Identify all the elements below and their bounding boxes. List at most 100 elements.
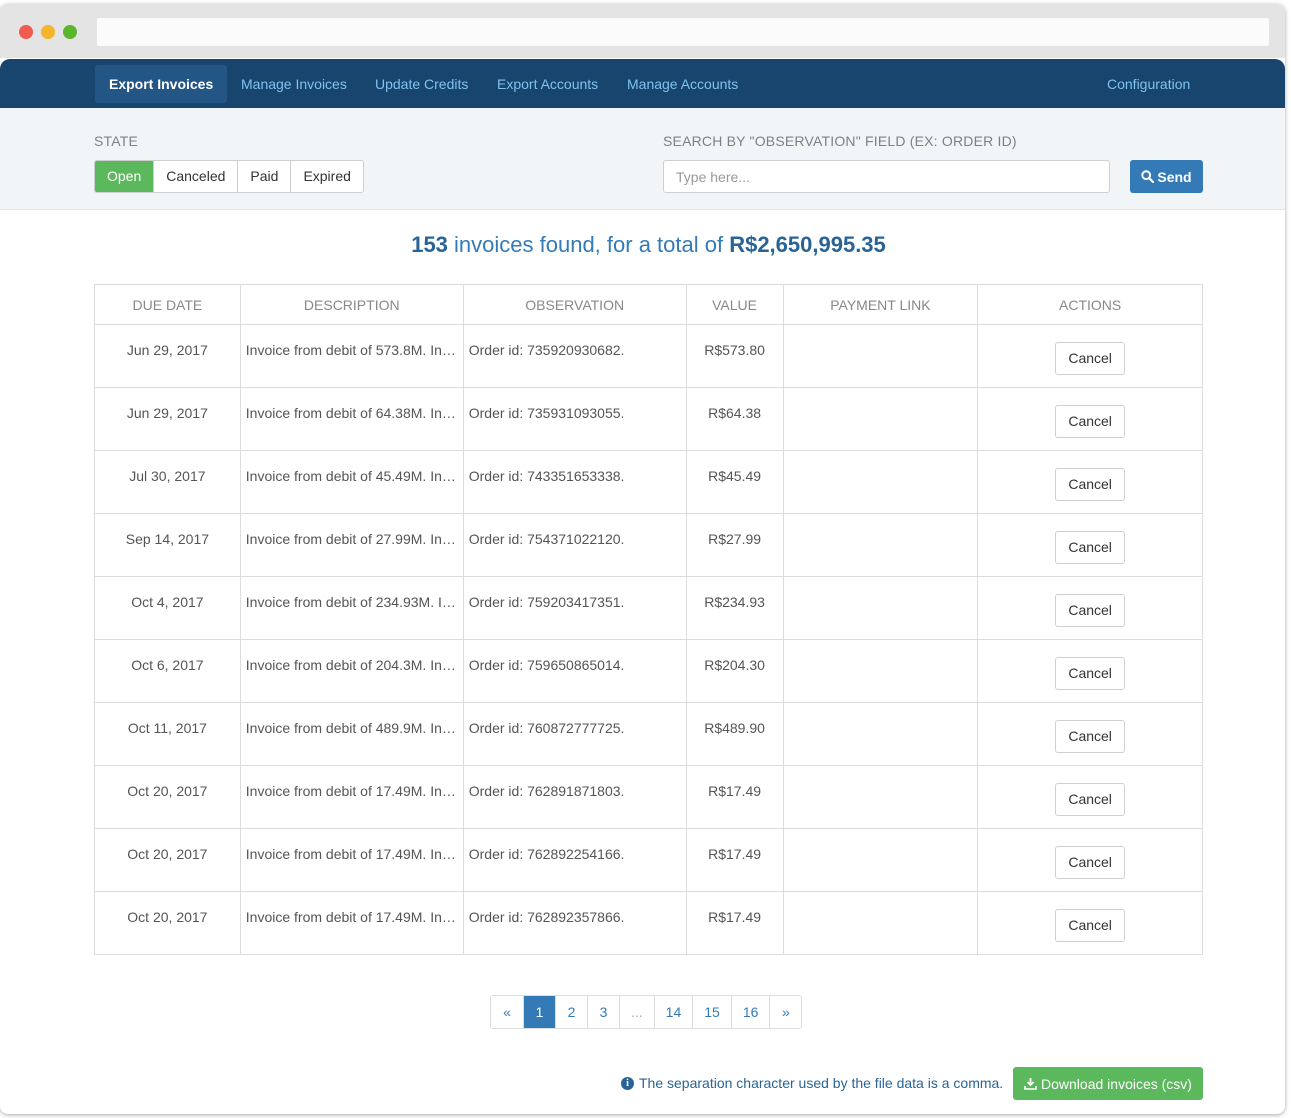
table-row: Oct 20, 2017 Invoice from debit of 17.49… xyxy=(94,828,1203,892)
observation-cell: Order id: 754371022120. xyxy=(462,513,687,577)
description-cell: Invoice from debit of 27.99M. Installmen… xyxy=(239,513,464,577)
table-row: Jul 30, 2017 Invoice from debit of 45.49… xyxy=(94,450,1203,514)
cancel-button[interactable]: Cancel xyxy=(1055,846,1126,879)
table-row: Oct 20, 2017 Invoice from debit of 17.49… xyxy=(94,765,1203,829)
due-date-cell: Jun 29, 2017 xyxy=(94,324,241,388)
pagination-prev[interactable]: « xyxy=(491,996,523,1028)
state-open-button[interactable]: Open xyxy=(95,161,154,192)
cancel-button[interactable]: Cancel xyxy=(1055,594,1126,627)
pagination-page-3[interactable]: 3 xyxy=(587,996,619,1028)
observation-cell: Order id: 762891871803. xyxy=(462,765,687,829)
cancel-button[interactable]: Cancel xyxy=(1055,531,1126,564)
search-label: SEARCH BY "OBSERVATION" FIELD (EX: ORDER… xyxy=(663,133,1017,149)
state-label: STATE xyxy=(94,133,139,149)
value-cell: R$234.93 xyxy=(685,576,784,640)
pagination-ellipsis: ... xyxy=(619,996,654,1028)
address-bar[interactable] xyxy=(97,18,1269,46)
nav-export-accounts[interactable]: Export Accounts xyxy=(483,65,612,103)
nav-manage-accounts[interactable]: Manage Accounts xyxy=(613,65,752,103)
value-cell: R$64.38 xyxy=(685,387,784,451)
due-date-cell: Oct 6, 2017 xyxy=(94,639,241,703)
table-row: Oct 4, 2017 Invoice from debit of 234.93… xyxy=(94,576,1203,640)
cancel-button[interactable]: Cancel xyxy=(1055,909,1126,942)
payment-link-cell xyxy=(782,828,979,892)
cancel-button[interactable]: Cancel xyxy=(1055,342,1126,375)
state-expired-button[interactable]: Expired xyxy=(290,161,362,192)
description-cell: Invoice from debit of 64.38M. Installmen… xyxy=(239,387,464,451)
info-icon: i xyxy=(621,1076,634,1090)
state-canceled-button[interactable]: Canceled xyxy=(153,161,237,192)
due-date-cell: Oct 11, 2017 xyxy=(94,702,241,766)
actions-cell: Cancel xyxy=(977,639,1203,703)
actions-cell: Cancel xyxy=(977,891,1203,955)
payment-link-cell xyxy=(782,765,979,829)
actions-cell: Cancel xyxy=(977,387,1203,451)
pagination-page-2[interactable]: 2 xyxy=(555,996,587,1028)
download-label: Download invoices (csv) xyxy=(1041,1075,1192,1092)
table-row: Oct 11, 2017 Invoice from debit of 489.9… xyxy=(94,702,1203,766)
value-cell: R$489.90 xyxy=(685,702,784,766)
actions-cell: Cancel xyxy=(977,702,1203,766)
actions-cell: Cancel xyxy=(977,576,1203,640)
close-window-icon[interactable] xyxy=(19,25,33,39)
observation-cell: Order id: 762892357866. xyxy=(462,891,687,955)
value-cell: R$204.30 xyxy=(685,639,784,703)
description-cell: Invoice from debit of 234.93M. Installme… xyxy=(239,576,464,640)
header-description[interactable]: DESCRIPTION xyxy=(239,284,464,325)
observation-cell: Order id: 759203417351. xyxy=(462,576,687,640)
observation-cell: Order id: 743351653338. xyxy=(462,450,687,514)
pagination-page-16[interactable]: 16 xyxy=(730,996,770,1028)
nav-update-credits[interactable]: Update Credits xyxy=(361,65,482,103)
header-value[interactable]: VALUE xyxy=(685,284,784,325)
description-cell: Invoice from debit of 17.49M. Installmen… xyxy=(239,765,464,829)
header-due-date[interactable]: DUE DATE xyxy=(94,284,241,325)
value-cell: R$573.80 xyxy=(685,324,784,388)
payment-link-cell xyxy=(782,513,979,577)
header-actions: ACTIONS xyxy=(977,284,1203,325)
search-input[interactable] xyxy=(663,160,1110,193)
pagination-page-15[interactable]: 15 xyxy=(692,996,731,1028)
pagination-next[interactable]: » xyxy=(769,996,802,1028)
header-observation[interactable]: OBSERVATION xyxy=(462,284,687,325)
cancel-button[interactable]: Cancel xyxy=(1055,405,1126,438)
browser-chrome xyxy=(0,4,1285,58)
due-date-cell: Sep 14, 2017 xyxy=(94,513,241,577)
download-icon xyxy=(1024,1078,1037,1090)
cancel-button[interactable]: Cancel xyxy=(1055,720,1126,753)
actions-cell: Cancel xyxy=(977,513,1203,577)
due-date-cell: Oct 4, 2017 xyxy=(94,576,241,640)
download-csv-button[interactable]: Download invoices (csv) xyxy=(1013,1067,1203,1100)
observation-cell: Order id: 735920930682. xyxy=(462,324,687,388)
payment-link-cell xyxy=(782,891,979,955)
actions-cell: Cancel xyxy=(977,450,1203,514)
header-payment-link[interactable]: PAYMENT LINK xyxy=(782,284,979,325)
send-button[interactable]: Send xyxy=(1130,160,1203,193)
results-summary: 153 invoices found, for a total of R$2,6… xyxy=(0,232,1285,258)
search-icon xyxy=(1141,170,1155,183)
observation-cell: Order id: 735931093055. xyxy=(462,387,687,451)
nav-manage-invoices[interactable]: Manage Invoices xyxy=(227,65,361,103)
cancel-button[interactable]: Cancel xyxy=(1055,657,1126,690)
pagination-page-14[interactable]: 14 xyxy=(653,996,693,1028)
filter-panel: STATE Open Canceled Paid Expired SEARCH … xyxy=(0,108,1285,210)
description-cell: Invoice from debit of 573.8M. Installmen… xyxy=(239,324,464,388)
value-cell: R$45.49 xyxy=(685,450,784,514)
nav-export-invoices[interactable]: Export Invoices xyxy=(95,65,228,103)
due-date-cell: Oct 20, 2017 xyxy=(94,765,241,829)
value-cell: R$17.49 xyxy=(685,765,784,829)
due-date-cell: Oct 20, 2017 xyxy=(94,891,241,955)
state-paid-button[interactable]: Paid xyxy=(237,161,290,192)
cancel-button[interactable]: Cancel xyxy=(1055,783,1126,816)
actions-cell: Cancel xyxy=(977,765,1203,829)
summary-text: invoices found, for a total of xyxy=(447,232,730,257)
state-toggle-group: Open Canceled Paid Expired xyxy=(94,160,364,193)
actions-cell: Cancel xyxy=(977,828,1203,892)
nav-configuration[interactable]: Configuration xyxy=(1093,65,1204,103)
minimize-window-icon[interactable] xyxy=(41,25,55,39)
maximize-window-icon[interactable] xyxy=(63,25,77,39)
cancel-button[interactable]: Cancel xyxy=(1055,468,1126,501)
payment-link-cell xyxy=(782,576,979,640)
payment-link-cell xyxy=(782,702,979,766)
value-cell: R$17.49 xyxy=(685,891,784,955)
pagination-page-1[interactable]: 1 xyxy=(523,996,555,1028)
